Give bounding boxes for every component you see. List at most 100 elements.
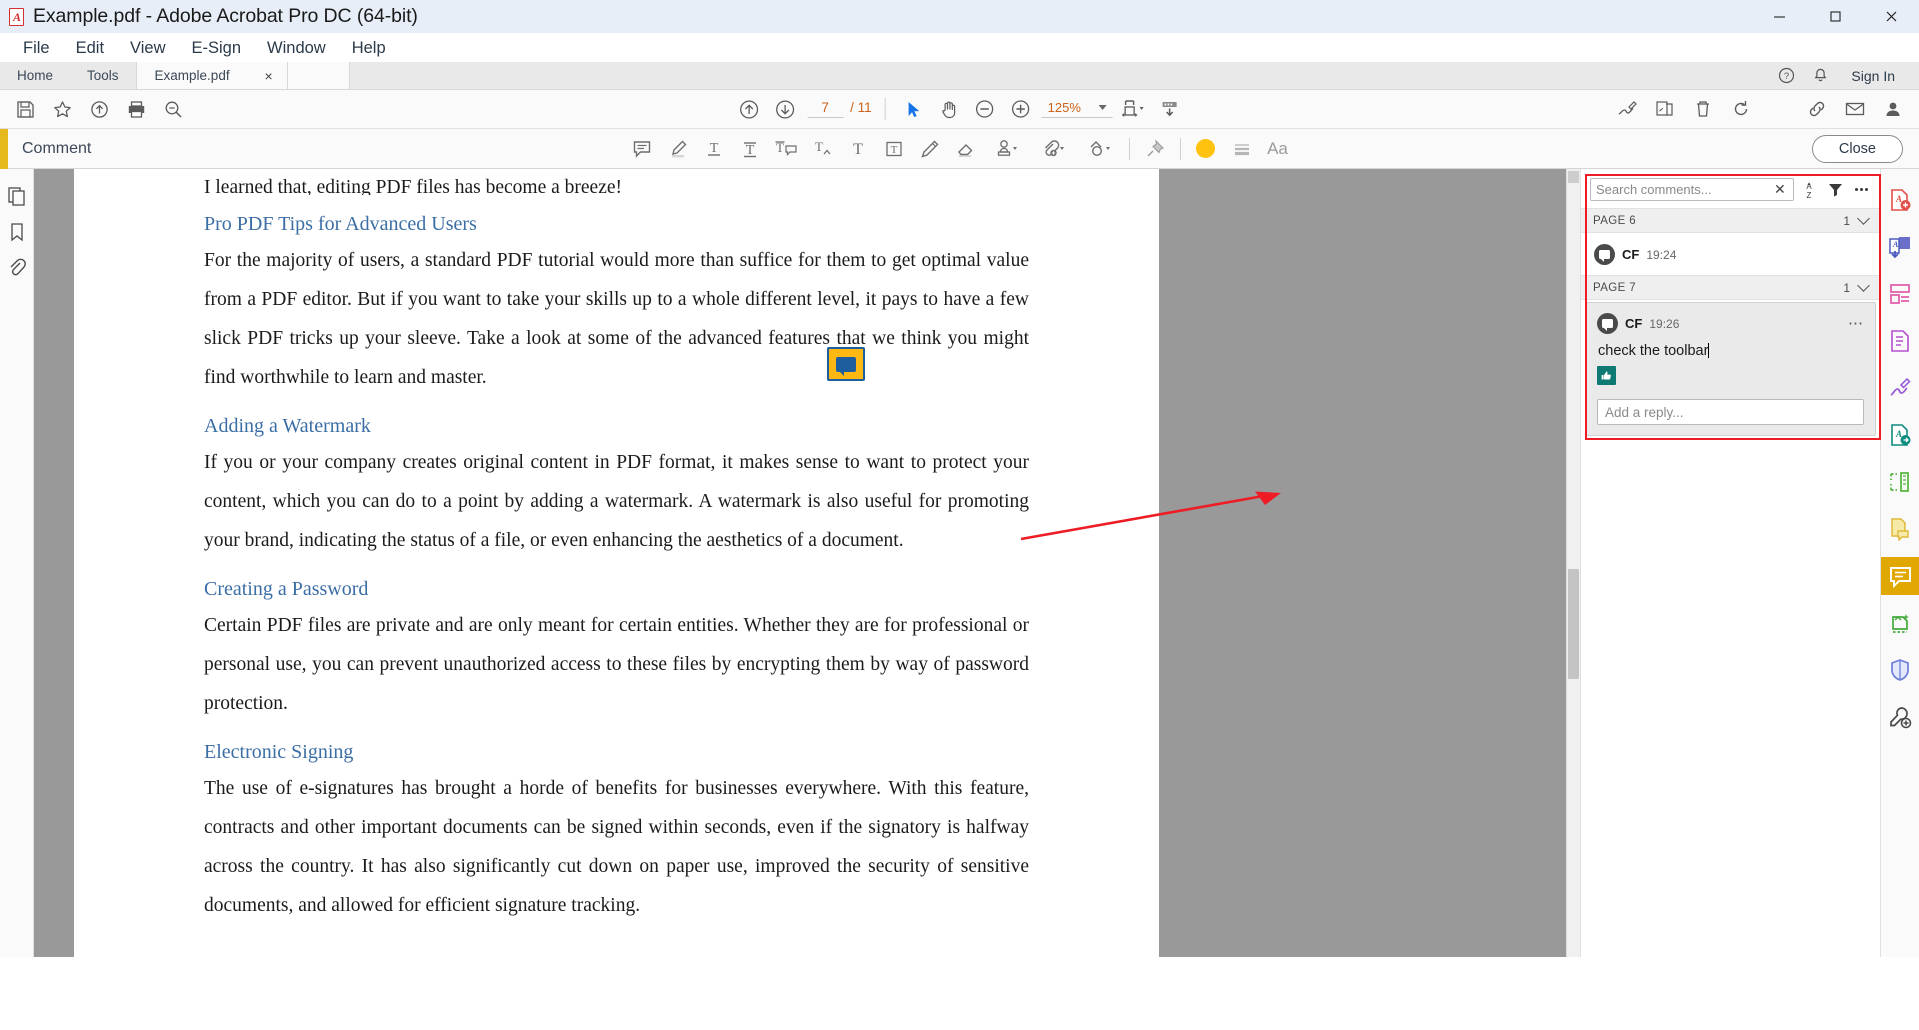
next-page-arrow-icon[interactable]	[767, 92, 803, 126]
zoom-level-selector[interactable]: 125%	[1041, 100, 1113, 118]
text-box-icon[interactable]: T	[876, 133, 912, 165]
more-options-icon[interactable]	[1851, 179, 1871, 201]
chevron-down-icon[interactable]	[1857, 279, 1870, 292]
create-pdf-icon[interactable]: A	[1881, 181, 1919, 219]
zoom-in-icon[interactable]	[1003, 92, 1039, 126]
underline-text-icon[interactable]: T	[696, 133, 732, 165]
page-number-input[interactable]: 7	[807, 100, 844, 118]
save-icon[interactable]	[7, 92, 43, 126]
notification-bell-icon[interactable]	[1803, 62, 1837, 90]
user-account-icon[interactable]	[1875, 92, 1911, 126]
paragraph-password: Certain PDF files are private and are on…	[204, 615, 1029, 714]
strikethrough-text-icon[interactable]: T	[732, 133, 768, 165]
menu-view[interactable]: View	[117, 35, 178, 61]
help-circle-icon[interactable]: ?	[1769, 62, 1803, 90]
color-swatch	[1196, 139, 1215, 158]
draw-free-form-icon[interactable]	[912, 133, 948, 165]
text-properties-icon[interactable]: Aa	[1260, 133, 1296, 165]
add-stamp-icon[interactable]	[984, 133, 1030, 165]
comment-item-page6[interactable]: CF 19:24	[1581, 233, 1880, 275]
comment-item-page7-selected[interactable]: CF 19:26 ⋯ check the toolbar	[1585, 302, 1876, 436]
add-text-comment-icon[interactable]: T	[840, 133, 876, 165]
rotate-page-icon[interactable]	[1723, 92, 1759, 126]
highlight-text-icon[interactable]	[660, 133, 696, 165]
close-comment-toolbar-button[interactable]: Close	[1811, 134, 1903, 163]
zoom-out-icon[interactable]	[967, 92, 1003, 126]
page-display-icon[interactable]	[1152, 92, 1188, 126]
chevron-down-icon[interactable]	[1857, 212, 1870, 225]
fit-width-icon[interactable]	[1116, 92, 1152, 126]
delete-pages-icon[interactable]	[1685, 92, 1721, 126]
comment-timestamp: 19:26	[1649, 316, 1680, 331]
fill-and-sign-icon[interactable]	[1609, 92, 1645, 126]
replace-text-icon[interactable]: T	[768, 133, 804, 165]
tab-tools[interactable]: Tools	[70, 68, 136, 83]
enhance-scans-icon[interactable]	[1881, 604, 1919, 642]
request-signature-icon[interactable]	[1647, 92, 1683, 126]
clear-search-icon[interactable]: ✕	[1772, 181, 1788, 198]
section-heading-password: Creating a Password	[204, 578, 369, 600]
window-controls	[1751, 0, 1919, 33]
filter-icon[interactable]	[1825, 179, 1845, 201]
sign-in-button[interactable]: Sign In	[1837, 62, 1909, 90]
select-cursor-icon[interactable]	[895, 92, 931, 126]
menu-edit[interactable]: Edit	[63, 35, 117, 61]
comment-tool-icon[interactable]	[1880, 557, 1919, 595]
page-thumbnails-icon[interactable]	[6, 185, 28, 207]
maximize-button[interactable]	[1807, 0, 1863, 33]
attachments-icon[interactable]	[6, 257, 28, 279]
comments-group-header-page-7[interactable]: PAGE 7 1	[1581, 275, 1880, 300]
comment-options-icon[interactable]: ⋯	[1848, 316, 1864, 331]
menu-esign[interactable]: E-Sign	[179, 35, 255, 61]
chevron-down-icon[interactable]	[1098, 105, 1107, 110]
line-thickness-icon[interactable]	[1224, 133, 1260, 165]
erase-drawing-icon[interactable]	[948, 133, 984, 165]
sort-a-z-icon[interactable]: AZ	[1800, 179, 1820, 201]
search-comments-box[interactable]: ✕	[1590, 178, 1794, 201]
menu-help[interactable]: Help	[339, 35, 399, 61]
document-scrollbar[interactable]	[1566, 169, 1580, 957]
combine-files-icon[interactable]: A	[1881, 228, 1919, 266]
color-swatch-icon[interactable]	[1188, 133, 1224, 165]
minimize-button[interactable]	[1751, 0, 1807, 33]
share-link-icon[interactable]	[1799, 92, 1835, 126]
insert-text-icon[interactable]: T	[804, 133, 840, 165]
bookmarks-icon[interactable]	[6, 221, 28, 243]
sticky-note-annotation-icon[interactable]	[827, 347, 865, 381]
edit-pdf-icon[interactable]	[1881, 322, 1919, 360]
email-icon[interactable]	[1837, 92, 1873, 126]
close-icon[interactable]: ×	[261, 68, 277, 84]
pin-icon[interactable]	[1137, 133, 1173, 165]
stamp-tool-icon[interactable]	[1881, 510, 1919, 548]
upload-cloud-icon[interactable]	[81, 92, 117, 126]
tab-home[interactable]: Home	[0, 68, 70, 83]
add-to-favorites-star-icon[interactable]	[44, 92, 80, 126]
drawing-shapes-icon[interactable]	[1076, 133, 1122, 165]
hand-pan-icon[interactable]	[931, 92, 967, 126]
export-pdf-icon[interactable]: A	[1881, 416, 1919, 454]
page-group-count: 1	[1843, 213, 1850, 228]
search-input[interactable]	[1596, 182, 1772, 197]
fill-and-sign-icon[interactable]	[1881, 369, 1919, 407]
reaction-thumbs-up-icon[interactable]	[1597, 366, 1616, 385]
comment-body-wrapper[interactable]: check the toolbar	[1598, 343, 1864, 359]
add-reply-box[interactable]	[1597, 399, 1864, 425]
protect-icon[interactable]	[1881, 651, 1919, 689]
previous-page-arrow-icon[interactable]	[731, 92, 767, 126]
attach-file-icon[interactable]	[1030, 133, 1076, 165]
sticky-note-icon[interactable]	[624, 133, 660, 165]
more-tools-icon[interactable]	[1881, 698, 1919, 736]
comments-group-header-page-6[interactable]: PAGE 6 1	[1581, 208, 1880, 233]
close-window-button[interactable]	[1863, 0, 1919, 33]
organize-pages-icon[interactable]	[1881, 275, 1919, 313]
tab-document-example-pdf[interactable]: Example.pdf ×	[135, 62, 288, 89]
magnifier-icon[interactable]	[155, 92, 191, 126]
menu-file[interactable]: File	[10, 35, 63, 61]
measure-icon[interactable]	[1881, 463, 1919, 501]
menu-window[interactable]: Window	[254, 35, 339, 61]
print-icon[interactable]	[118, 92, 154, 126]
reply-input[interactable]	[1605, 404, 1856, 420]
document-viewport[interactable]: I learned that, editing PDF files has be…	[34, 169, 1580, 957]
scrollbar-thumb[interactable]	[1568, 569, 1579, 679]
pdf-page[interactable]: I learned that, editing PDF files has be…	[74, 169, 1159, 957]
